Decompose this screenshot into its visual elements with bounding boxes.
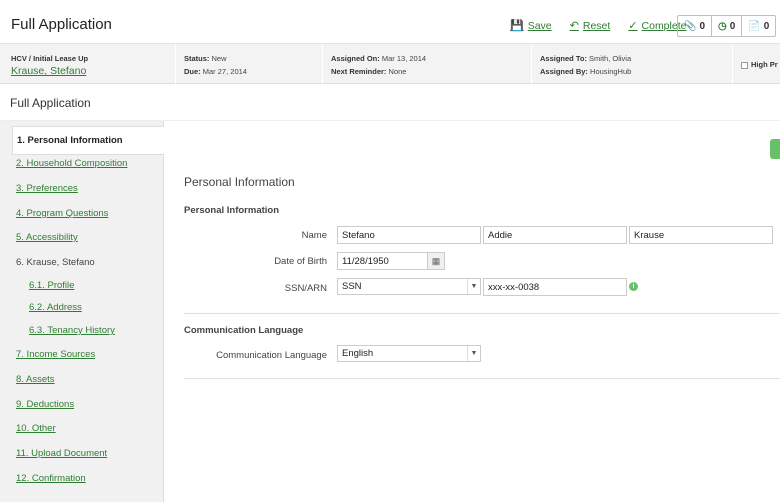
- assigned-by-value: HousingHub: [590, 67, 632, 76]
- ssn-label: SSN/ARN: [284, 283, 327, 294]
- top-bar: Full Application 💾 Save ↶ Reset ✓ Comple…: [0, 0, 780, 44]
- chevron-down-icon: ▼: [467, 279, 480, 294]
- name-label: Name: [301, 230, 327, 241]
- document-icon: 📄: [748, 20, 761, 32]
- communication-language-value: English: [342, 348, 374, 359]
- due-label: Due:: [184, 67, 201, 76]
- sidebar-item-household-composition[interactable]: 2. Household Composition: [0, 152, 164, 176]
- documents-count: 0: [763, 20, 770, 32]
- communication-language-select[interactable]: English ▼: [337, 345, 481, 362]
- side-panel-toggle[interactable]: [770, 139, 780, 159]
- sidebar-item-upload-document[interactable]: 11. Upload Document: [0, 442, 164, 466]
- last-name-field[interactable]: Krause: [629, 226, 773, 244]
- page-title: Full Application: [11, 16, 112, 33]
- case-program-segment: HCV / Initial Lease Up Krause, Stefano: [0, 44, 176, 84]
- form-title: Full Application: [10, 96, 91, 110]
- dob-value: 11/28/1950: [342, 256, 389, 267]
- high-priority-checkbox[interactable]: [741, 61, 748, 69]
- communication-heading: Communication Language: [184, 325, 304, 336]
- status-value: New: [211, 54, 227, 63]
- sidebar-item-preferences[interactable]: 3. Preferences: [0, 177, 164, 201]
- paperclip-icon: 📎: [684, 20, 697, 32]
- reminders-counter[interactable]: ◷ 0: [712, 16, 743, 36]
- reset-label: Reset: [582, 19, 611, 32]
- assigned-on-value: Mar 13, 2014: [381, 54, 427, 63]
- sidebar-item-income-sources[interactable]: 7. Income Sources: [0, 343, 164, 367]
- communication-language-label: Communication Language: [216, 350, 327, 361]
- dob-label: Date of Birth: [274, 256, 327, 267]
- priority-segment: High Pr: [733, 44, 780, 84]
- dob-field[interactable]: 11/28/1950 ▦: [337, 252, 445, 270]
- sidebar-item-assets[interactable]: 8. Assets: [0, 368, 164, 392]
- sidebar-item-member[interactable]: 6. Krause, Stefano: [0, 251, 164, 275]
- sidebar-item-other[interactable]: 10. Other: [0, 417, 164, 441]
- assignment-date-segment: Assigned On: Mar 13, 2014 Next Reminder:…: [323, 44, 532, 84]
- save-button[interactable]: 💾 Save: [510, 19, 552, 33]
- assignee-segment: Assigned To: Smith, Olivia Assigned By: …: [532, 44, 733, 84]
- save-label: Save: [527, 19, 552, 32]
- sidebar-item-confirmation[interactable]: 12. Confirmation: [0, 467, 164, 491]
- middle-name-field[interactable]: Addie: [483, 226, 627, 244]
- applicant-name-link[interactable]: Krause, Stefano: [11, 65, 175, 78]
- counter-group: 📎 0 ◷ 0 📄 0: [677, 15, 777, 37]
- sidebar-item-address[interactable]: 6.2. Address: [0, 296, 164, 320]
- due-value: Mar 27, 2014: [202, 67, 247, 76]
- assigned-to-label: Assigned To:: [540, 54, 587, 63]
- high-priority-label: High Pr: [751, 60, 778, 69]
- checkmark-icon: ✓: [628, 20, 638, 32]
- chevron-down-icon: ▼: [467, 346, 480, 361]
- divider: [184, 313, 780, 314]
- sidebar-item-tenancy-history[interactable]: 6.3. Tenancy History: [0, 319, 164, 343]
- reminders-count: 0: [729, 20, 736, 32]
- assigned-to-value: Smith, Olivia: [589, 54, 632, 63]
- ssn-type-value: SSN: [342, 281, 362, 292]
- sidebar-item-program-questions[interactable]: 4. Program Questions: [0, 202, 164, 226]
- sidebar-item-personal-information[interactable]: 1. Personal Information: [12, 126, 164, 155]
- sidebar-item-profile[interactable]: 6.1. Profile: [0, 274, 164, 298]
- divider: [184, 378, 780, 379]
- info-icon[interactable]: i: [629, 282, 638, 291]
- ssn-type-select[interactable]: SSN ▼: [337, 278, 481, 295]
- next-reminder-value: None: [388, 67, 407, 76]
- next-reminder-label: Next Reminder:: [331, 67, 387, 76]
- action-toolbar: 💾 Save ↶ Reset ✓ Complete: [510, 19, 686, 33]
- assigned-by-label: Assigned By:: [540, 67, 588, 76]
- first-name-field[interactable]: Stefano: [337, 226, 481, 244]
- form-header: Full Application: [0, 84, 780, 121]
- sidebar-item-accessibility[interactable]: 5. Accessibility: [0, 226, 164, 250]
- calendar-icon[interactable]: ▦: [427, 253, 444, 269]
- program-name: HCV / Initial Lease Up: [11, 54, 89, 63]
- status-label: Status:: [184, 54, 210, 63]
- assigned-on-label: Assigned On:: [331, 54, 380, 63]
- documents-counter[interactable]: 📄 0: [742, 16, 775, 36]
- ssn-field[interactable]: xxx-xx-0038: [483, 278, 627, 296]
- personal-info-heading: Personal Information: [184, 205, 280, 216]
- attachments-counter[interactable]: 📎 0: [678, 16, 713, 36]
- attachments-count: 0: [699, 20, 706, 32]
- reset-button[interactable]: ↶ Reset: [569, 19, 611, 33]
- case-info-strip: HCV / Initial Lease Up Krause, Stefano S…: [0, 44, 780, 84]
- status-segment: Status: New Due: Mar 27, 2014: [176, 44, 323, 84]
- undo-icon: ↶: [569, 20, 579, 32]
- section-title: Personal Information: [184, 175, 295, 189]
- clock-icon: ◷: [718, 20, 727, 32]
- save-icon: 💾: [510, 20, 524, 32]
- sidebar-item-deductions[interactable]: 9. Deductions: [0, 393, 164, 417]
